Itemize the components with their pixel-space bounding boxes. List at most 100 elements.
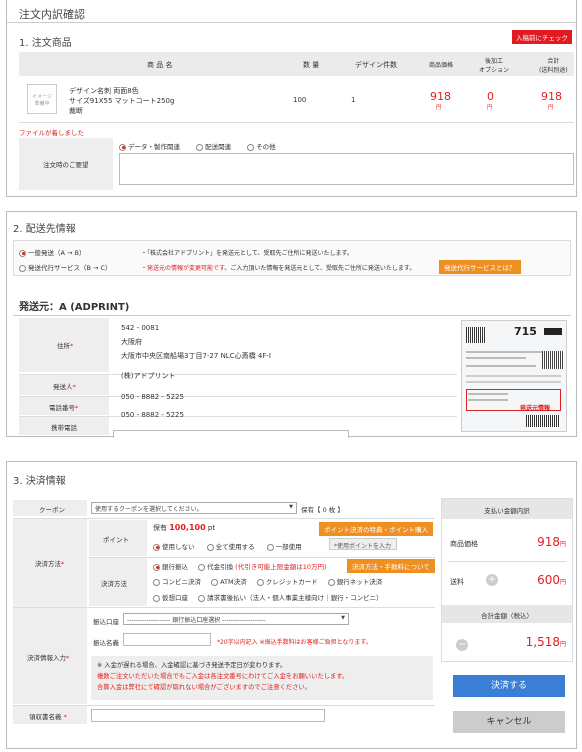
product-thumbnail: イメージ 準備中 <box>27 84 57 114</box>
transfer-label: 決済情報入力* <box>27 654 70 662</box>
cancel-button[interactable]: キャンセル <box>453 711 565 733</box>
notice-red-line-1: 複数ご注文いただいた場合でもご入金は各注文番号にわけてご入金をお願いいたします。 <box>97 673 349 680</box>
phone-label-cell: 電話番号* <box>19 397 109 415</box>
point-options: 使用しない 全て使用する 一部使用 <box>153 541 302 551</box>
radio-icon <box>19 264 26 272</box>
coupon-label-cell: クーポン <box>13 500 87 516</box>
phone-label: 電話番号* <box>49 404 79 412</box>
sender-title: 発送元：A (ADPRINT) <box>19 302 130 313</box>
payment-notice-box: ※ 入金が遅れる場合、入金確認に基づき発送予定日が変わります。 複数ご注文いただ… <box>91 656 433 700</box>
order-table-header: 商 品 名 数 量 デザイン件数 商品価格 後加工 オプション 合計 (送料別途… <box>19 52 574 76</box>
order-panel: 注文内訳確認 1. 注文商品 入稿前にチェック 商 品 名 数 量 デザイン件数… <box>6 0 577 197</box>
method-virtual-account[interactable]: 仮想口座 <box>153 594 188 602</box>
payment-summary: 支払い金額内訳 商品価格 918円 送料 + 600円 合計金額（税込） − 1… <box>441 498 573 662</box>
request-option-other[interactable]: その他 <box>247 143 276 151</box>
check-before-upload-badge[interactable]: 入稿前にチェック <box>512 30 572 44</box>
shipping-option-proxy[interactable]: 発送代行サービス（B → C） <box>19 262 112 272</box>
radio-icon <box>19 249 26 257</box>
shipping-panel: 2. 配送先情報 一般発送（A → B） ・「株式会社アドプリント」を発送元とし… <box>6 211 577 438</box>
method-row-2: コンビニ決済 ATM決済 クレジットカード 銀行ネット決済 <box>153 576 382 586</box>
coupon-select[interactable]: 使用するクーポンを選択してください。 <box>91 502 297 514</box>
proxy-service-info-button[interactable]: 発送代行サービスとは？ <box>439 260 521 274</box>
point-option-none[interactable]: 使用しない <box>153 543 195 551</box>
method-convenience[interactable]: コンビニ決済 <box>153 578 201 586</box>
radio-icon <box>247 143 255 151</box>
col-quantity: 数 量 <box>303 61 320 69</box>
method-bank-transfer[interactable]: 銀行振込 <box>153 563 188 571</box>
method-net-banking[interactable]: 銀行ネット決済 <box>327 578 382 586</box>
col-product-name: 商 品 名 <box>147 61 173 69</box>
radio-icon <box>266 543 274 551</box>
product-line-3: 裁断 <box>69 107 83 115</box>
col-price: 商品価格 <box>429 62 454 69</box>
bank-label: 振込口座 <box>93 618 119 626</box>
zip-value: 542 - 0081 <box>121 324 160 332</box>
order-section-title: 1. 注文商品 <box>19 38 72 49</box>
transfer-name-note: *20字以内記入 ※振込手数料はお客様ご負担となります。 <box>217 639 372 646</box>
request-label: 注文時のご要望 <box>43 161 89 169</box>
radio-icon <box>206 543 214 551</box>
col-total: 合計 (送料別途) <box>539 58 568 74</box>
shipping-slip-image: 715 発送元情報 <box>461 320 567 432</box>
radio-icon <box>196 143 204 151</box>
transfer-label-cell: 決済情報入力* <box>13 608 87 704</box>
price-value: 918 <box>430 90 451 103</box>
sender-label-cell: 発送人* <box>19 375 109 395</box>
extra-address-input[interactable] <box>113 430 349 438</box>
slip-number: 715 <box>514 325 537 338</box>
option-value: 0 <box>487 90 494 103</box>
transfer-name-input[interactable] <box>123 633 211 646</box>
method-group-label-cell: 決済方法* <box>13 519 87 607</box>
product-line-2: サイズ91X55 マットコート250g <box>69 97 175 105</box>
method-label: 決済方法 <box>101 580 127 588</box>
name-label: 振込名義 <box>93 639 119 647</box>
point-option-partial[interactable]: 一部使用 <box>266 543 302 551</box>
point-label-cell: ポイント <box>89 520 147 556</box>
method-atm[interactable]: ATM決済 <box>211 578 247 586</box>
plus-icon: + <box>486 574 498 586</box>
bank-account-select[interactable]: -------------------- 銀行振込口座選択 ----------… <box>123 613 349 625</box>
summary-total: 1,518円 <box>525 635 566 649</box>
payment-panel: 3. 決済情報 クーポン 使用するクーポンを選択してください。 保有【 0 枚 … <box>6 461 577 749</box>
option-yen: 円 <box>487 105 493 111</box>
mobile-label: 携帯電話 <box>51 424 77 432</box>
method-cod[interactable]: 代金引換 <box>198 563 233 571</box>
address-value: 大阪市中央区南船場3丁目7-27 NLC心斎橋 4F-I <box>121 352 271 360</box>
summary-shipping: 600円 <box>537 573 566 587</box>
point-option-all[interactable]: 全て使用する <box>206 543 255 551</box>
pref-value: 大阪府 <box>121 338 142 346</box>
total-value: 918 <box>541 90 562 103</box>
request-textarea[interactable] <box>119 153 574 185</box>
receipt-label: 領収書名義 * <box>29 713 67 721</box>
shipping-section-title: 2. 配送先情報 <box>13 224 76 235</box>
summary-item-price-label: 商品価格 <box>450 540 478 548</box>
summary-item-price: 918円 <box>537 535 566 549</box>
notice-line-1: ※ 入金が遅れる場合、入金確認に基づき発送予定日が変わります。 <box>97 662 287 669</box>
method-credit-card[interactable]: クレジットカード <box>256 578 318 586</box>
shipping-option-general[interactable]: 一般発送（A → B） <box>19 247 85 257</box>
pay-button[interactable]: 決済する <box>453 675 565 697</box>
method-group-label: 決済方法* <box>35 560 65 568</box>
shipping-option-general-desc: ・「株式会社アドプリント」を発送元として、受取先ご住所に発送いたします。 <box>141 250 353 257</box>
radio-icon <box>153 543 160 551</box>
request-option-data[interactable]: データ・製作関連 <box>119 143 180 151</box>
payment-method-info-button[interactable]: 決済方法・手数料について <box>347 559 435 573</box>
radio-icon <box>256 578 264 586</box>
request-options: データ・製作関連 配送関連 その他 <box>119 141 276 151</box>
payment-section-title: 3. 決済情報 <box>13 476 66 487</box>
radio-icon <box>198 563 206 571</box>
method-invoice[interactable]: 請求書後払い（法人・個人事業主様向け｜銀行・コンビニ） <box>198 594 383 602</box>
point-benefit-button[interactable]: ポイント決済の特典・ポイント購入 <box>319 522 433 536</box>
method-row-3: 仮想口座 請求書後払い（法人・個人事業主様向け｜銀行・コンビニ） <box>153 592 383 602</box>
summary-header: 支払い金額内訳 <box>442 499 572 519</box>
radio-icon <box>198 594 206 602</box>
point-amount-input[interactable]: *使用ポイントを入力 <box>329 538 397 550</box>
file-notice: ファイルが着しました <box>19 129 84 137</box>
receipt-name-input[interactable] <box>91 709 325 722</box>
sender-label: 発送人* <box>53 383 76 391</box>
radio-icon <box>327 578 335 586</box>
request-option-shipping[interactable]: 配送関連 <box>196 143 231 151</box>
point-label: ポイント <box>103 536 129 544</box>
coupon-label: クーポン <box>39 506 65 514</box>
minus-icon: − <box>456 639 468 651</box>
